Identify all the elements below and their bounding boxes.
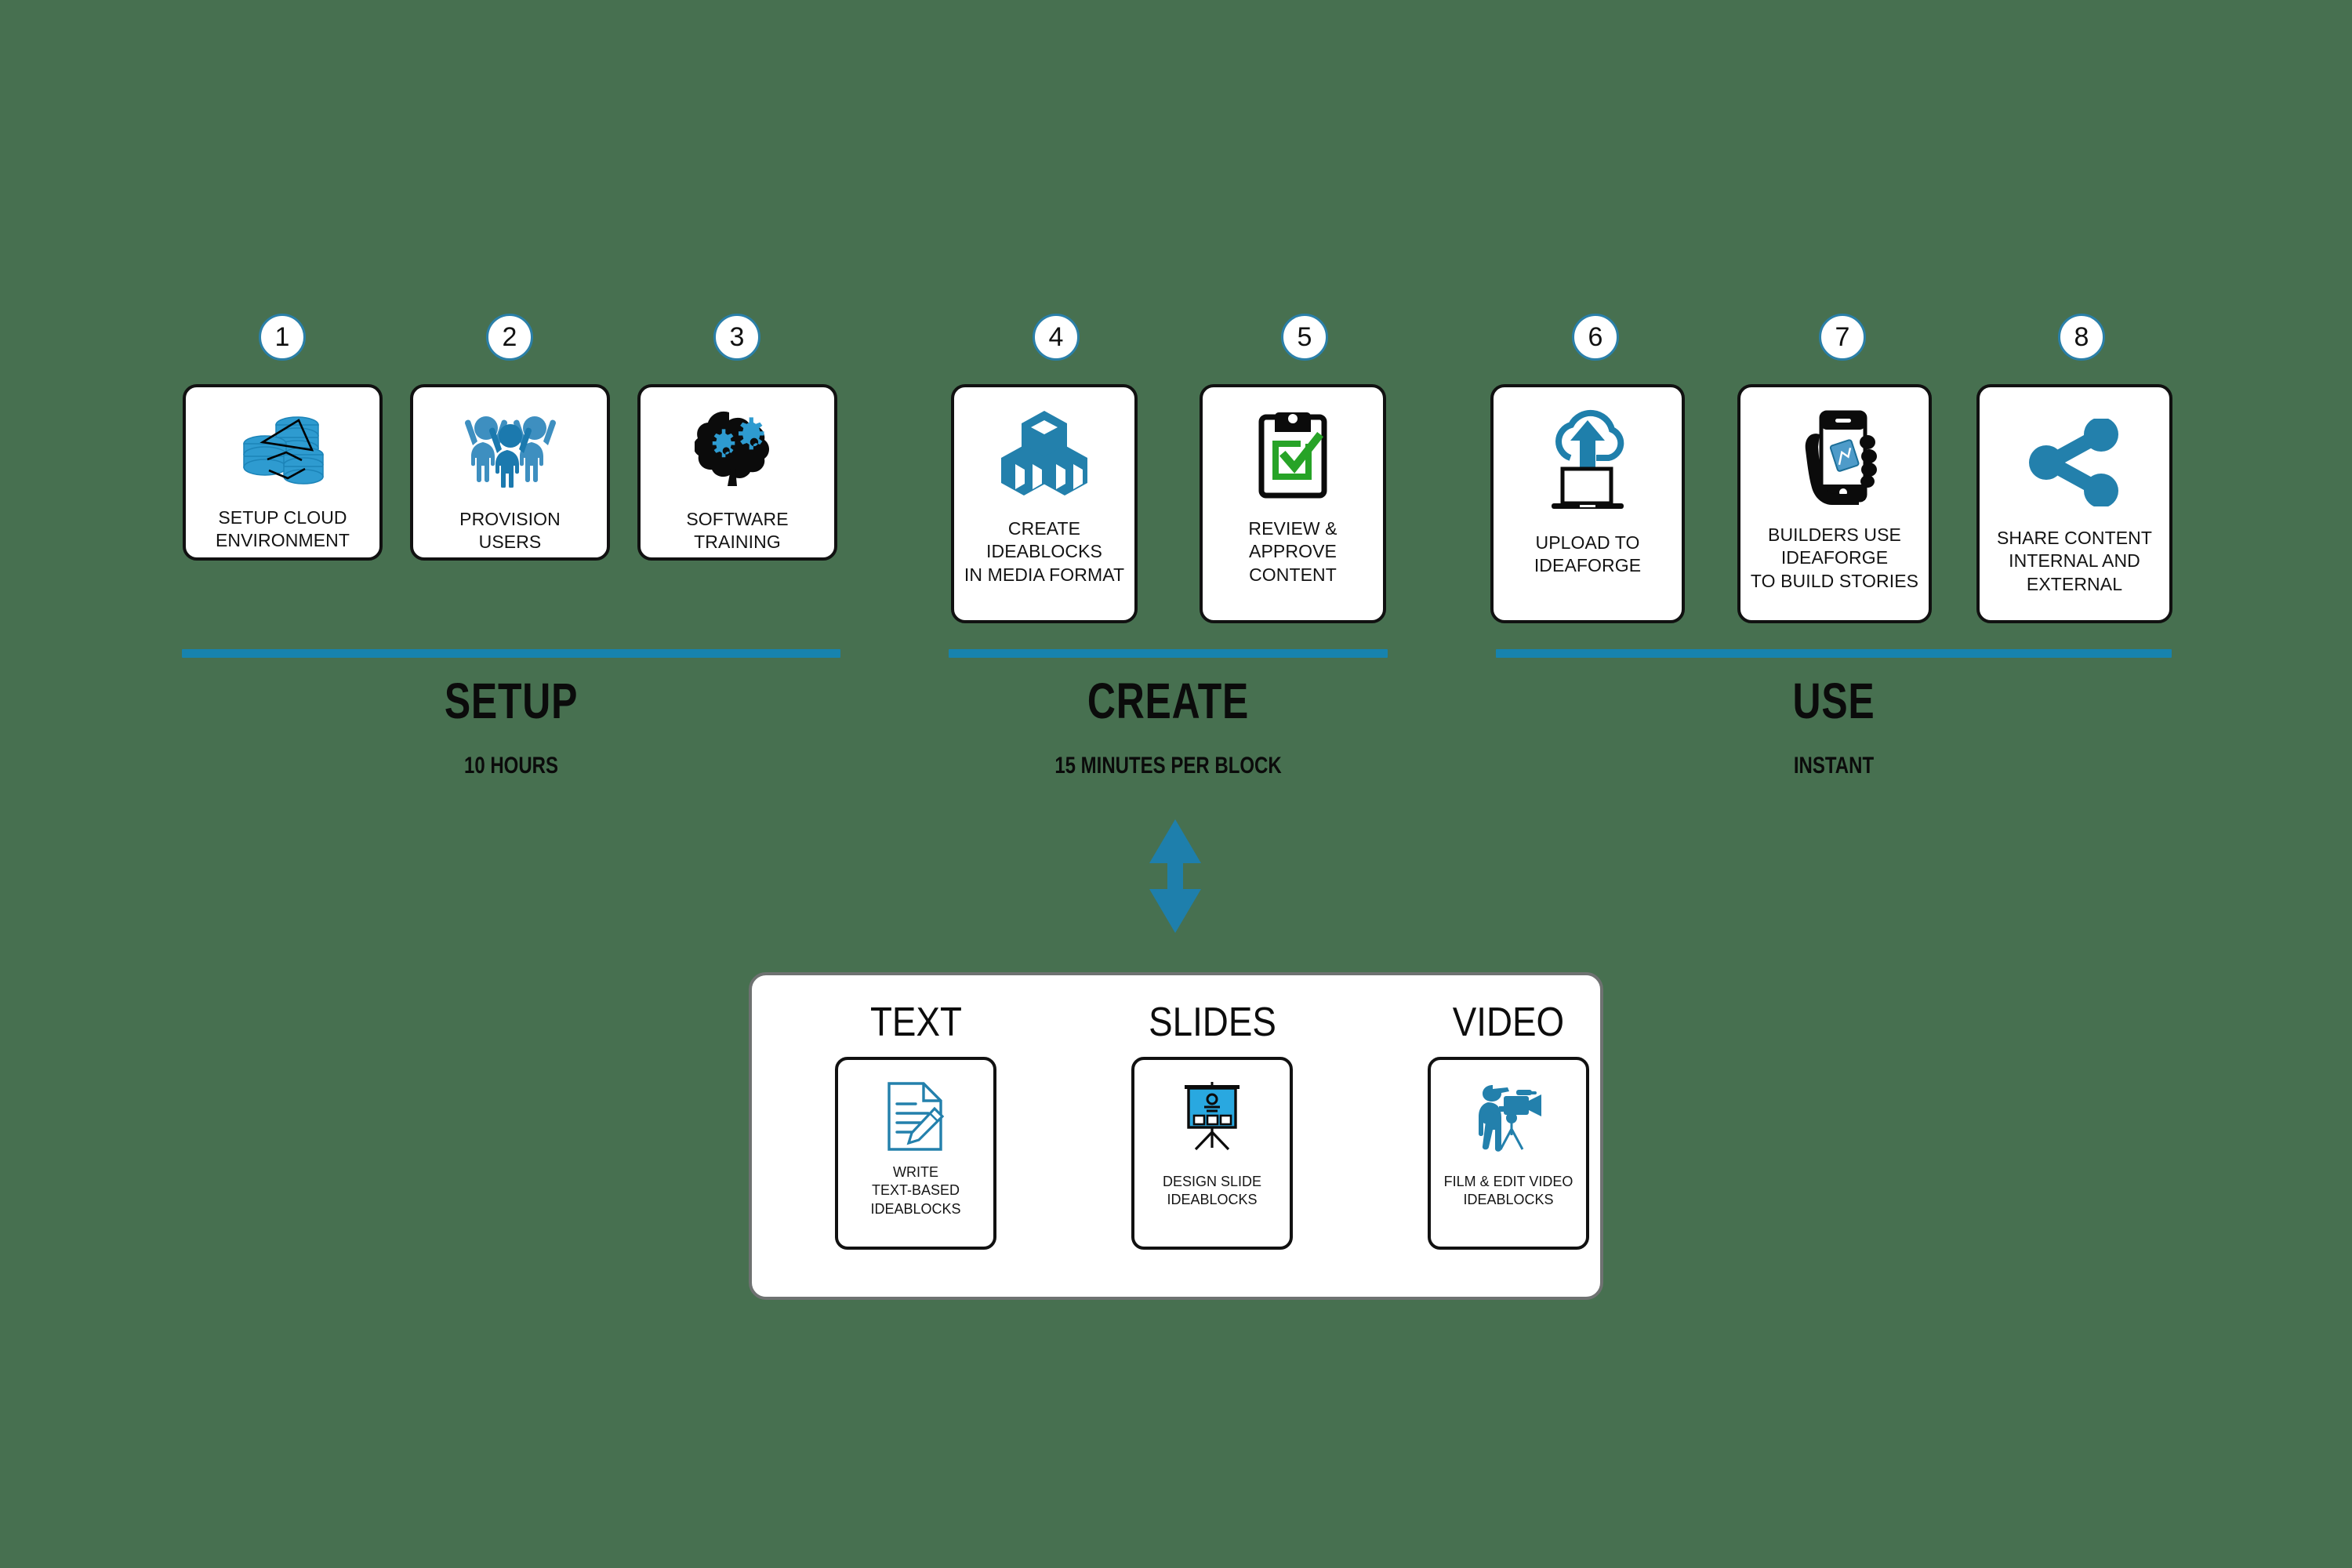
step-number-2: 2 [502, 322, 517, 352]
media-card-label-slides: DESIGN SLIDE IDEABLOCKS [1162, 1174, 1262, 1208]
step-number-badge-1: 1 [259, 314, 306, 361]
clipboard-check-icon [1203, 408, 1383, 499]
media-title-slides: SLIDES [1148, 1000, 1276, 1045]
media-title-video: VIDEO [1452, 1000, 1565, 1045]
people-group-icon [413, 406, 607, 488]
card-label-8: SHARE CONTENT INTERNAL AND EXTERNAL [1996, 528, 2153, 594]
media-card-label-text: WRITE TEXT-BASED IDEABLOCKS [870, 1164, 961, 1217]
blocks-cubes-icon [954, 409, 1134, 497]
section-divider-use [1496, 649, 2172, 658]
media-card-label-video: FILM & EDIT VIDEO IDEABLOCKS [1443, 1174, 1573, 1208]
media-column-video[interactable]: VIDEO FILM & EDIT VIDEO IDEABLOCKS [1425, 1002, 1592, 1250]
step-number-badge-5: 5 [1281, 314, 1328, 361]
media-title-text: TEXT [869, 1000, 962, 1045]
hand-phone-icon [1740, 408, 1929, 510]
card-label-1: SETUP CLOUD ENVIRONMENT [215, 507, 350, 551]
document-pencil-icon [883, 1080, 949, 1152]
brain-gears-icon [641, 406, 834, 488]
card-label-2: PROVISION USERS [459, 509, 561, 553]
section-title-use: USE [1792, 673, 1875, 729]
step-number-badge-2: 2 [486, 314, 533, 361]
section-title-create: CREATE [1087, 673, 1250, 729]
media-card-text[interactable]: WRITE TEXT-BASED IDEABLOCKS [835, 1057, 996, 1250]
card-label-4: CREATE IDEABLOCKS IN MEDIA FORMAT [964, 518, 1125, 585]
step-number-badge-8: 8 [2058, 314, 2105, 361]
card-label-5: REVIEW & APPROVE CONTENT [1248, 518, 1338, 585]
section-subtitle-create: 15 MINUTES PER BLOCK [1054, 753, 1282, 779]
videographer-camera-icon [1472, 1080, 1544, 1152]
card-label-7: BUILDERS USE IDEAFORGE TO BUILD STORIES [1750, 524, 1919, 591]
share-nodes-icon [1980, 419, 2169, 506]
section-subtitle-use: INSTANT [1793, 753, 1875, 779]
step-number-badge-4: 4 [1033, 314, 1080, 361]
section-subtitle-setup: 10 HOURS [463, 753, 559, 779]
card-setup-cloud-environment[interactable]: SETUP CLOUD ENVIRONMENT [183, 384, 383, 561]
step-number-8: 8 [2074, 322, 2089, 352]
step-number-3: 3 [729, 322, 745, 352]
card-upload-to-ideaforge[interactable]: UPLOAD TO IDEAFORGE [1490, 384, 1685, 623]
step-number-6: 6 [1588, 322, 1603, 352]
card-builders-use-ideaforge[interactable]: BUILDERS USE IDEAFORGE TO BUILD STORIES [1737, 384, 1932, 623]
media-column-text[interactable]: TEXT WRITE TEXT-BASED IDEABLOCKS [833, 1002, 999, 1250]
step-number-4: 4 [1048, 322, 1064, 352]
section-divider-setup [182, 649, 840, 658]
card-label-3: SOFTWARE TRAINING [686, 509, 789, 553]
media-card-slides[interactable]: DESIGN SLIDE IDEABLOCKS [1131, 1057, 1293, 1250]
diagram-canvas: 1 SETUP CLOUD ENVIRONMENT 2 PROVISION US… [0, 0, 2352, 1568]
card-software-training[interactable]: SOFTWARE TRAINING [637, 384, 837, 561]
media-column-slides[interactable]: SLIDES DESIGN SLIDE IDEABLOCKS [1129, 1002, 1295, 1250]
section-divider-create [949, 649, 1388, 658]
presentation-board-icon [1178, 1080, 1246, 1152]
step-number-5: 5 [1297, 322, 1312, 352]
step-number-badge-6: 6 [1572, 314, 1619, 361]
card-label-6: UPLOAD TO IDEAFORGE [1534, 532, 1642, 576]
database-stack-icon [186, 408, 379, 489]
section-title-setup: SETUP [444, 673, 579, 729]
step-number-badge-3: 3 [713, 314, 760, 361]
card-review-approve-content[interactable]: REVIEW & APPROVE CONTENT [1200, 384, 1386, 623]
step-number-1: 1 [274, 322, 290, 352]
card-create-ideablocks[interactable]: CREATE IDEABLOCKS IN MEDIA FORMAT [951, 384, 1138, 623]
card-provision-users[interactable]: PROVISION USERS [410, 384, 610, 561]
card-share-content[interactable]: SHARE CONTENT INTERNAL AND EXTERNAL [1976, 384, 2172, 623]
media-card-video[interactable]: FILM & EDIT VIDEO IDEABLOCKS [1428, 1057, 1589, 1250]
double-headed-vertical-arrow-icon [1146, 819, 1204, 937]
step-number-badge-7: 7 [1819, 314, 1866, 361]
step-number-7: 7 [1835, 322, 1850, 352]
cloud-upload-laptop-icon [1494, 409, 1682, 511]
